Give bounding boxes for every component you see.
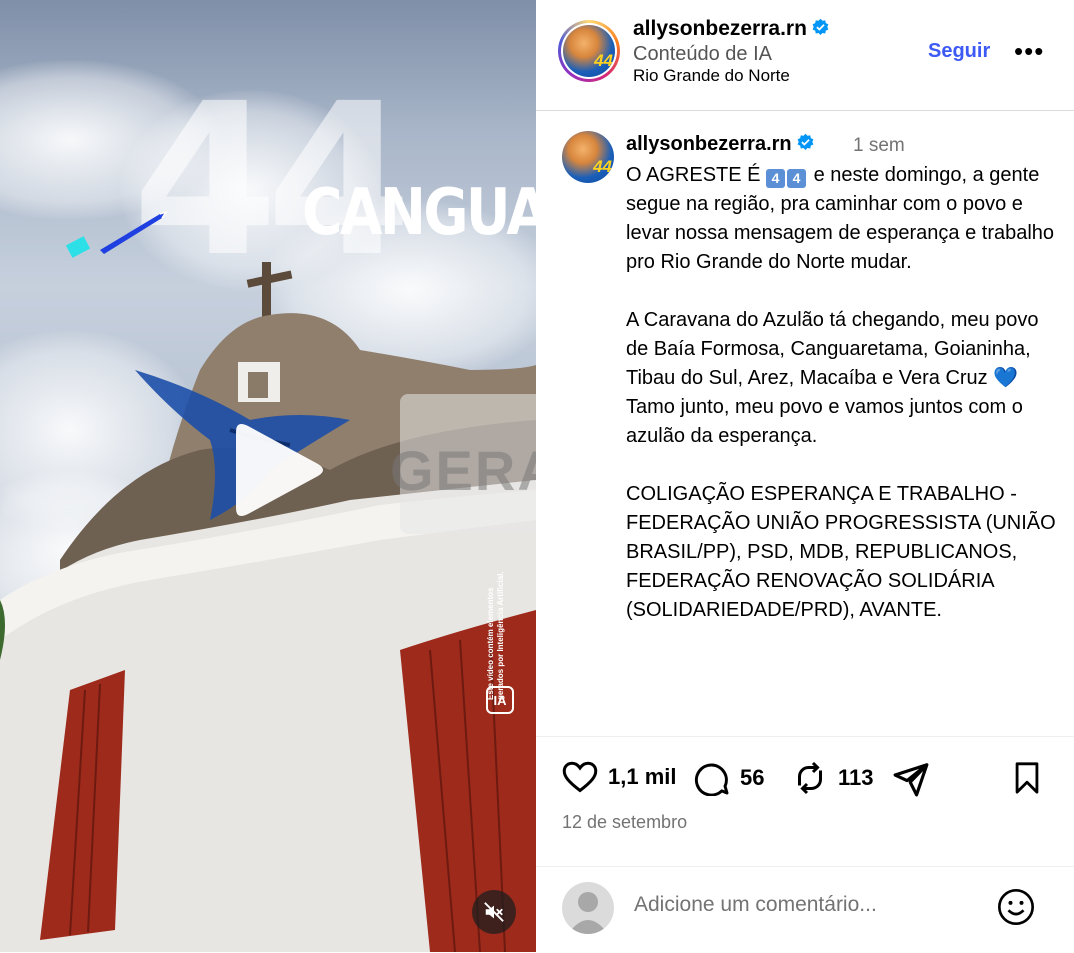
send-icon[interactable] [892,760,930,798]
caption-para3: COLIGAÇÃO ESPERANÇA E TRABALHO - FEDERAÇ… [626,483,1062,621]
verified-badge-icon [797,133,814,151]
blue-heart-emoji: 💙 [993,367,1019,389]
reposts-count[interactable]: 113 [838,765,874,791]
default-avatar-icon [568,892,608,934]
caption-username-text[interactable]: allysonbezerra.rn [626,133,792,155]
ai-disclaimer-text: Este vídeo contém elementos gerados por … [486,571,505,700]
caption-text: O AGRESTE É 44 e neste domingo, a gente … [626,161,1056,625]
like-action: 1,1 mil [562,760,676,794]
ai-disclaimer: Este vídeo contém elementos gerados por … [486,560,512,700]
caption-line1-pre: O AGRESTE É [626,164,767,186]
avatar-number: 44 [594,51,613,70]
header-username-text[interactable]: allysonbezerra.rn [633,17,807,40]
caption-avatar-number: 44 [593,157,612,176]
watermark-text: GERADO POR IA [390,439,536,502]
keycap-emoji: 4 [766,169,786,188]
repost-icon[interactable] [792,760,828,796]
comment-input[interactable]: Adicione um comentário... [634,893,877,917]
play-icon [236,424,323,516]
ai-generated-watermark: GERADO POR IA [390,394,536,534]
likes-count[interactable]: 1,1 mil [608,764,676,790]
post-header: 44 allysonbezerra.rn Conteúdo de IA Rio … [536,0,1074,111]
more-options-button[interactable]: ••• [1014,36,1044,67]
share-action [892,760,930,798]
mute-button[interactable] [472,890,516,934]
caption-para2-pre: A Caravana do Azulão tá chegando, meu po… [626,309,1045,389]
post-side-panel: 44 allysonbezerra.rn Conteúdo de IA Rio … [536,0,1074,952]
comments-count[interactable]: 56 [740,765,764,791]
follow-button[interactable]: Seguir [928,40,990,63]
header-username[interactable]: allysonbezerra.rn [633,17,830,41]
caption-avatar-wrap[interactable]: 44 [562,131,614,183]
ia-badge: IA [486,686,514,714]
post-date[interactable]: 12 de setembro [562,812,687,833]
avatar: 44 [563,25,615,77]
heart-icon[interactable] [562,760,598,794]
caption-avatar[interactable]: 44 [562,131,614,183]
caption-section: 44 allysonbezerra.rn 1 sem O AGRESTE É 4… [536,111,1074,737]
emoji-icon [998,889,1034,925]
caption-username[interactable]: allysonbezerra.rn [626,133,815,156]
ai-content-label[interactable]: Conteúdo de IA [633,43,772,66]
keycap-emoji: 4 [787,169,807,188]
verified-badge-icon [812,18,829,36]
play-button[interactable] [214,418,334,522]
action-bar: 1,1 mil 56 113 [536,752,1074,812]
comment-bar: Adicione um comentário... [536,866,1074,953]
post-time[interactable]: 1 sem [853,135,905,157]
story-ring[interactable]: 44 [558,20,620,82]
location-label[interactable]: Rio Grande do Norte [633,66,790,86]
save-action [1010,760,1044,796]
post-video[interactable]: 44 CANGUARET [0,0,536,952]
avatar-inner: 44 [561,23,617,79]
repost-action: 113 [792,760,874,796]
comment-icon[interactable] [694,760,730,796]
bookmark-icon[interactable] [1010,760,1044,796]
speaker-muted-icon [484,902,504,922]
user-avatar [562,882,614,934]
emoji-button[interactable] [996,887,1036,932]
comment-action: 56 [694,760,764,796]
